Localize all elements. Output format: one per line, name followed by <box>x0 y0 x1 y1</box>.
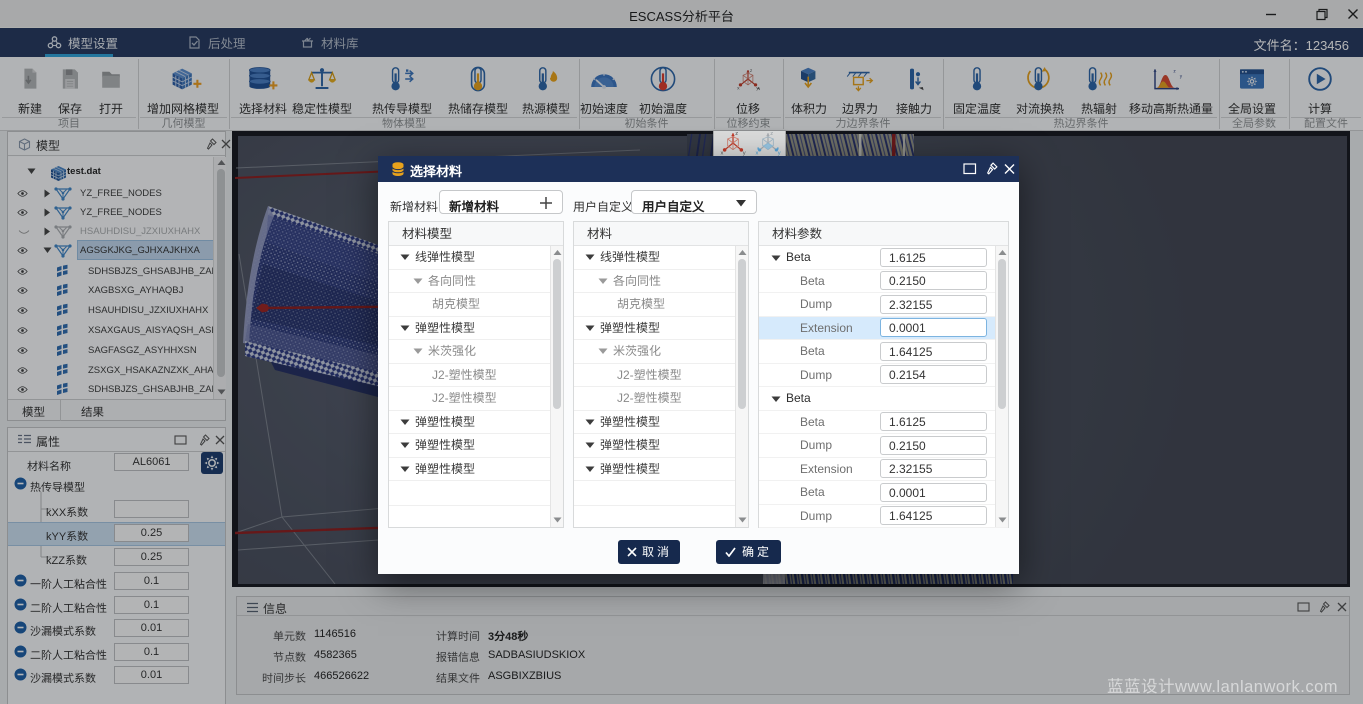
svg-text:z: z <box>770 131 773 137</box>
svg-text:z: z <box>735 131 738 137</box>
